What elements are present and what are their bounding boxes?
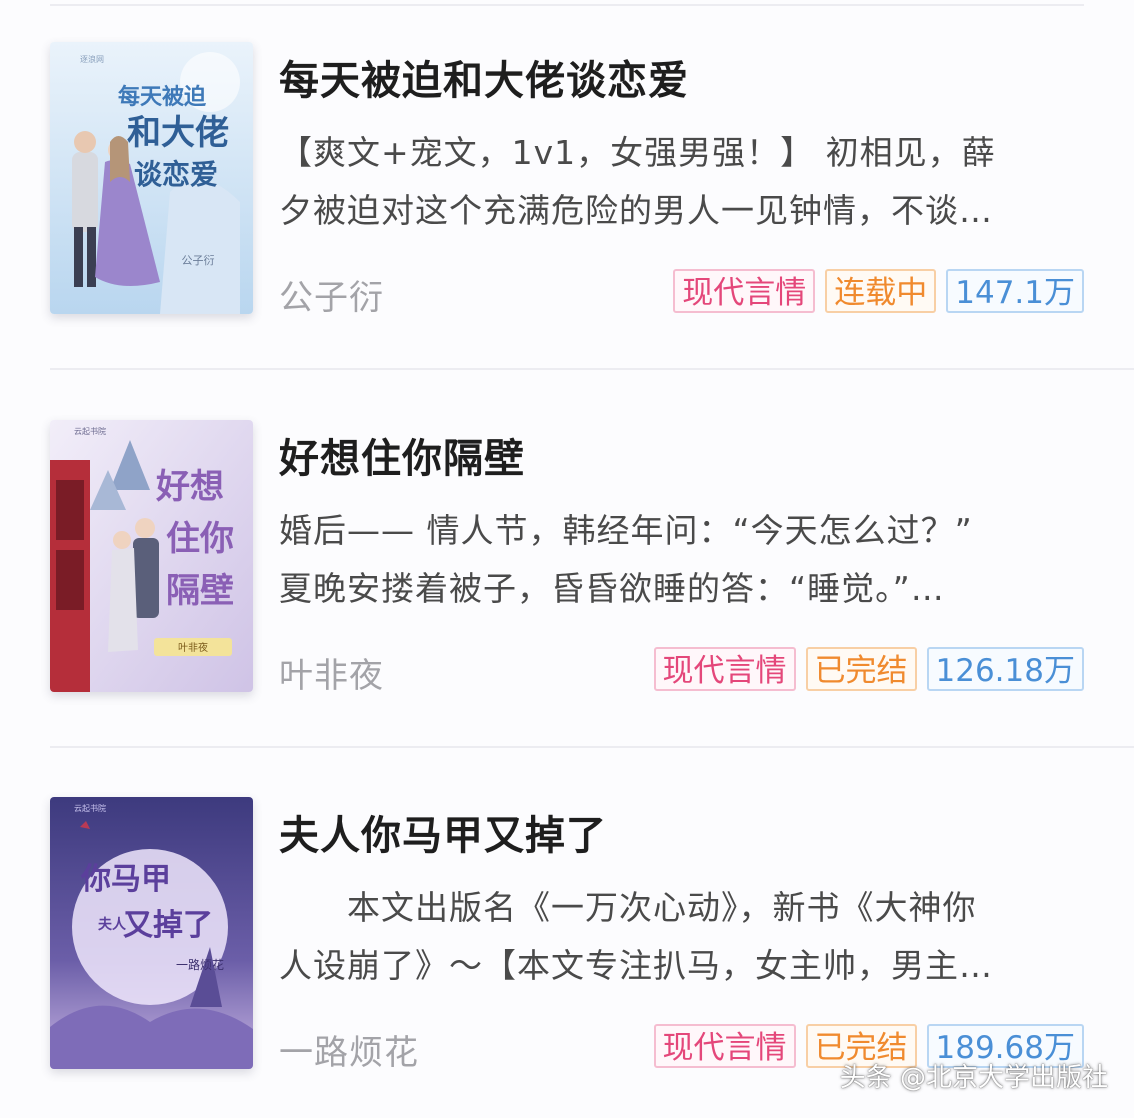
status-tag: 已完结	[805, 647, 917, 691]
book-author: 叶非夜	[279, 656, 384, 696]
book-tags: 现代言情 连载中 147.1万	[673, 269, 1084, 313]
cover-author-text: 一路烦花	[176, 957, 224, 972]
book-title[interactable]: 每天被迫和大佬谈恋爱	[279, 48, 689, 106]
book-list-page: 每天被迫 和大佬 谈恋爱 公子衍 逐浪网 每天被迫和大佬谈恋爱 【爽文+宠文，1…	[0, 0, 1134, 1118]
description-line: 人设崩了》～【本文专注扒马，女主帅，男主…	[279, 946, 993, 985]
cover-title-text: 谈恋爱	[134, 158, 218, 191]
cover-title-text: 又掉了	[123, 908, 213, 943]
list-divider	[50, 368, 1134, 370]
cover-title-text: 住你	[166, 519, 234, 559]
cover-title-text: 夫人	[98, 916, 127, 933]
description-line: 夕被迫对这个充满危险的男人一见钟情，不谈…	[279, 191, 993, 230]
cover-publisher-text: 云起书院	[74, 803, 106, 813]
description-line: 【爽文+宠文，1v1，女强男强！】 初相见，薛	[279, 133, 996, 172]
book-description: 【爽文+宠文，1v1，女强男强！】 初相见，薛 夕被迫对这个充满危险的男人一见钟…	[279, 124, 1085, 240]
status-tag: 连载中	[825, 269, 937, 313]
genre-tag: 现代言情	[653, 647, 796, 691]
book-tags: 现代言情 已完结 126.18万	[653, 647, 1084, 691]
cover-title-text: 每天被迫	[118, 84, 207, 110]
book-cover-image[interactable]: 好想 住你 隔壁 叶非夜 云起书院	[50, 420, 253, 692]
description-line: 夏晚安搂着被子，昏昏欲睡的答：“睡觉。”…	[279, 569, 945, 608]
book-cover-image[interactable]: 每天被迫 和大佬 谈恋爱 公子衍 逐浪网	[50, 42, 253, 314]
list-divider	[50, 746, 1134, 748]
genre-tag: 现代言情	[653, 1024, 796, 1068]
book-item[interactable]: 你马甲 又掉了 夫人 一路烦花 云起书院 夫人你马甲又掉了 本文出版名《一万次心…	[50, 797, 1084, 1077]
book-author: 一路烦花	[279, 1033, 419, 1073]
top-divider	[50, 4, 1084, 6]
description-line: 本文出版名《一万次心动》，新书《大神你	[279, 888, 977, 927]
word-count-tag: 126.18万	[926, 647, 1084, 691]
cover-author-text: 叶非夜	[178, 641, 208, 654]
book-item[interactable]: 好想 住你 隔壁 叶非夜 云起书院 好想住你隔壁 婚后—— 情人节，韩经年问：“…	[50, 420, 1084, 700]
book-cover-image[interactable]: 你马甲 又掉了 夫人 一路烦花 云起书院	[50, 797, 253, 1069]
book-description: 婚后—— 情人节，韩经年问：“今天怎么过？” 夏晚安搂着被子，昏昏欲睡的答：“睡…	[279, 502, 1085, 618]
genre-tag: 现代言情	[673, 269, 816, 313]
book-item[interactable]: 每天被迫 和大佬 谈恋爱 公子衍 逐浪网 每天被迫和大佬谈恋爱 【爽文+宠文，1…	[50, 42, 1084, 322]
book-title[interactable]: 好想住你隔壁	[279, 426, 525, 484]
description-line: 婚后—— 情人节，韩经年问：“今天怎么过？”	[279, 511, 973, 550]
cover-publisher-text: 云起书院	[74, 426, 106, 436]
book-title[interactable]: 夫人你马甲又掉了	[279, 803, 607, 861]
cover-title-text: 隔壁	[166, 571, 234, 611]
word-count-tag: 147.1万	[946, 269, 1084, 313]
book-description: 本文出版名《一万次心动》，新书《大神你 人设崩了》～【本文专注扒马，女主帅，男主…	[279, 879, 1085, 995]
cover-title-text: 和大佬	[127, 113, 229, 153]
cover-author-text: 公子衍	[182, 253, 215, 267]
watermark-text: 头条 @北京大学出版社	[839, 1063, 1108, 1093]
book-author: 公子衍	[279, 278, 384, 318]
cover-publisher-text: 逐浪网	[80, 54, 104, 64]
cover-title-text: 好想	[155, 467, 224, 507]
cover-title-text: 你马甲	[80, 862, 171, 897]
